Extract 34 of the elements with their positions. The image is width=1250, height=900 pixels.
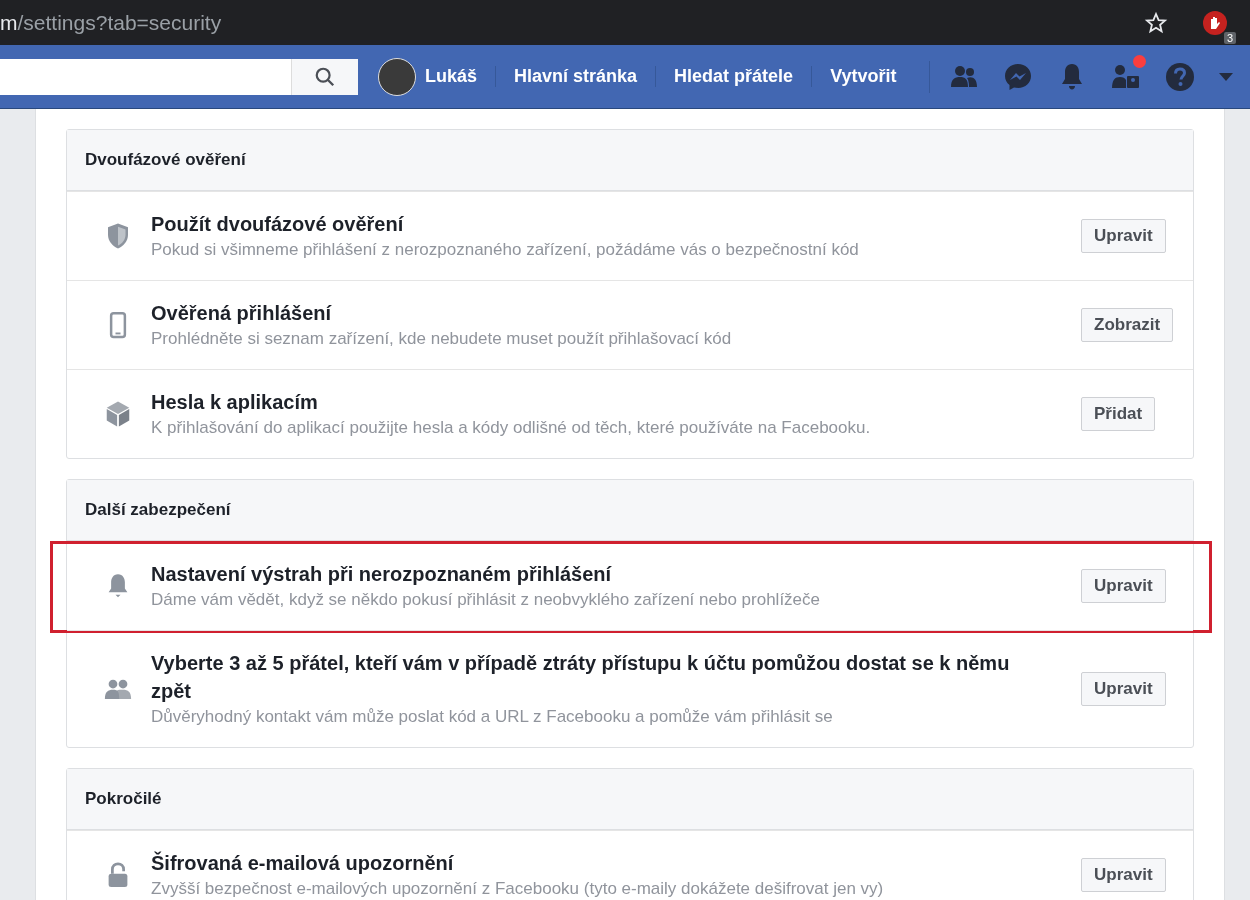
setting-title: Vyberte 3 až 5 přátel, kteří vám v případě ztráty přístupu k účtu pomůžou dostat se k němu zpět	[151, 651, 1011, 704]
nav-link[interactable]: Hlavní stránka	[495, 66, 656, 87]
section-title: Další zabezpečení	[67, 480, 1193, 541]
nav-link[interactable]: Hledat přátele	[655, 66, 812, 87]
section-title: Dvoufázové ověření	[67, 130, 1193, 191]
setting-description: Důvěryhodný kontakt vám může poslat kód a URL z Facebooku a pomůže vám přihlásit se	[151, 706, 834, 728]
setting-title: Ověřená přihlášení	[151, 301, 333, 326]
extension-icon[interactable]	[1202, 9, 1228, 36]
search-field[interactable]	[0, 58, 358, 95]
profile-link[interactable]: Lukáš	[425, 66, 478, 87]
setting-title: Šifrovaná e-mailová upozornění	[151, 850, 455, 876]
setting-button[interactable]: Zobrazit	[1081, 308, 1174, 342]
setting-title: Hesla k aplikacím	[151, 390, 319, 415]
setting-title: Nastavení výstrah při nerozpoznaném přihlášení	[151, 562, 613, 587]
extension-badge: 3	[1223, 31, 1236, 44]
address-bar-url[interactable]: m/settings?tab=security	[0, 10, 1144, 35]
setting-button[interactable]: Upravit	[1081, 569, 1166, 603]
setting-description: Zvyšší bezpečnost e-mailových upozornění z Facebooku (tyto e-maily dokážete dešifrovat jen vy)	[151, 878, 885, 900]
avatar[interactable]	[378, 57, 416, 96]
star-icon[interactable]	[1144, 10, 1168, 35]
search-icon[interactable]	[314, 65, 336, 88]
setting-button[interactable]: Upravit	[1081, 219, 1166, 253]
section-title: Pokročilé	[67, 769, 1193, 830]
setting-button[interactable]: Upravit	[1081, 672, 1166, 706]
setting-description: Pokud si všimneme přihlášení z nerozpoznaného zařízení, požádáme vás o bezpečnostní kód	[151, 239, 860, 261]
setting-title: Použít dvoufázové ověření	[151, 212, 405, 237]
help-icon[interactable]	[1163, 60, 1196, 93]
caret-icon[interactable]	[1217, 71, 1234, 82]
setting-button[interactable]: Upravit	[1081, 858, 1166, 892]
setting-description: Dáme vám vědět, když se někdo pokusí přihlásit z neobvyklého zařízení nebo prohlížeče	[151, 589, 822, 611]
setting-description: Prohlédněte si seznam zařízení, kde nebudete muset použít přihlašovací kód	[151, 328, 733, 350]
nav-link[interactable]: Vytvořit	[811, 66, 915, 87]
setting-button[interactable]: Přidat	[1081, 397, 1156, 431]
setting-description: K přihlašování do aplikací použijte hesla a kódy odlišné od těch, které používáte na Facebooku.	[151, 417, 872, 439]
